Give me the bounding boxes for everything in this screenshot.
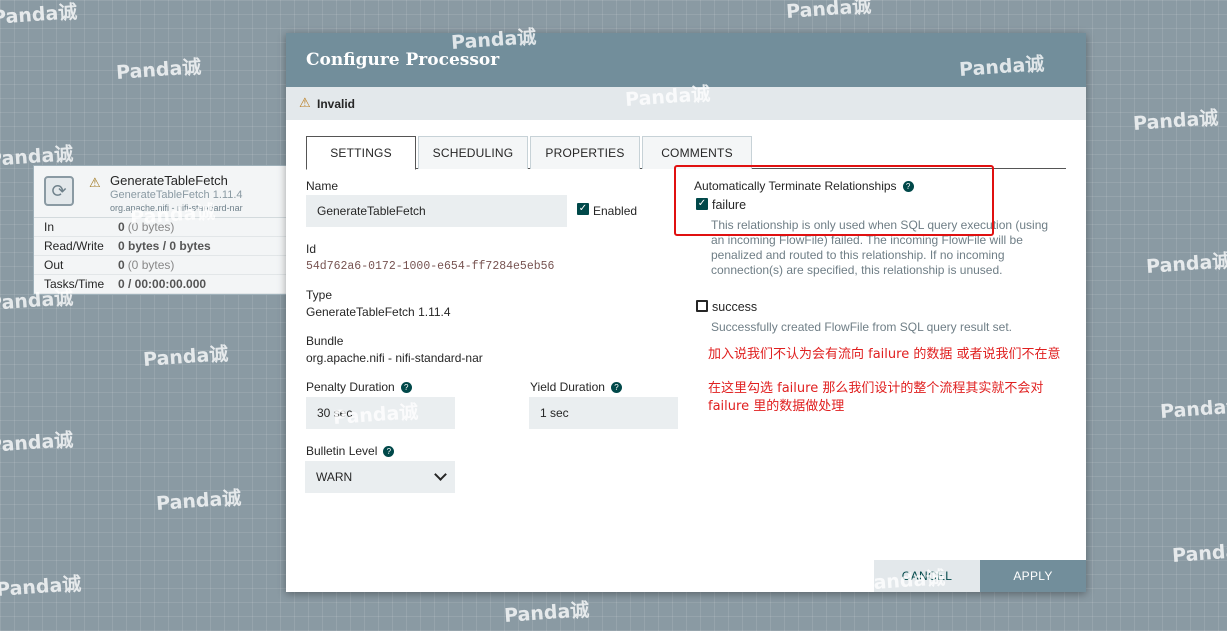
annotation-highlight-box (674, 165, 994, 236)
success-checkbox[interactable] (696, 300, 708, 312)
watermark: Panda诚 (142, 343, 229, 371)
enabled-label: Enabled (593, 204, 638, 218)
stat-row-in: In 0 (0 bytes) (34, 218, 294, 237)
help-icon[interactable]: ? (400, 382, 412, 393)
name-label: Name (306, 179, 339, 193)
stat-value: 0 / 00:00:00.000 (118, 277, 207, 291)
processor-icon: ⟳ (44, 176, 74, 206)
watermark: Panda诚 (1145, 250, 1227, 278)
dialog-title: Configure Processor (306, 50, 500, 70)
stat-label: Read/Write (44, 239, 104, 253)
bulletin-level-value: WARN (316, 470, 353, 484)
tab-scheduling[interactable]: SCHEDULING (418, 136, 528, 169)
stat-row-read-write: Read/Write 0 bytes / 0 bytes (34, 237, 294, 256)
penalty-duration-label: Penalty Duration? (306, 380, 412, 394)
stat-label: Out (44, 258, 64, 272)
configure-processor-dialog: Configure Processor ⚠ Invalid SETTINGS S… (286, 33, 1086, 592)
status-text: Invalid (317, 97, 356, 111)
annotation-note-1: 加入说我们不认为会有流向 failure 的数据 或者说我们不在意 (708, 347, 1061, 362)
stat-row-tasks-time: Tasks/Time 0 / 00:00:00.000 (34, 275, 294, 294)
id-value: 54d762a6-0172-1000-e654-ff7284e5eb56 (306, 260, 555, 273)
stat-value: 0 bytes / 0 bytes (118, 239, 211, 253)
bulletin-level-label: Bulletin Level? (306, 444, 395, 458)
warning-icon: ⚠ (89, 175, 101, 190)
bulletin-level-select[interactable]: WARN (305, 461, 455, 493)
watermark: Panda诚 (1132, 107, 1219, 135)
stat-value: 0 (0 bytes) (118, 258, 175, 272)
bundle-value: org.apache.nifi - nifi-standard-nar (306, 351, 483, 365)
annotation-note-3: failure 里的数据做处理 (708, 399, 845, 414)
tab-properties[interactable]: PROPERTIES (530, 136, 640, 169)
watermark: Panda诚 (155, 487, 242, 515)
processor-card[interactable]: ⟳ ⚠ GenerateTableFetch GenerateTableFetc… (33, 165, 295, 295)
processor-bundle: org.apache.nifi - nifi-standard-nar (110, 203, 243, 213)
dialog-header: Configure Processor (286, 33, 1086, 87)
success-description: Successfully created FlowFile from SQL q… (711, 320, 1012, 334)
apply-button[interactable]: APPLY (980, 560, 1086, 592)
watermark: Panda诚 (1159, 395, 1227, 423)
watermark: Panda诚 (503, 599, 590, 627)
warning-icon: ⚠ (299, 95, 311, 110)
watermark: Panda诚 (785, 0, 872, 23)
watermark: Panda诚 (0, 1, 78, 29)
stat-label: Tasks/Time (44, 277, 105, 291)
success-label: success (712, 300, 758, 314)
yield-duration-label: Yield Duration? (530, 380, 622, 394)
processor-card-header: ⟳ ⚠ GenerateTableFetch GenerateTableFetc… (34, 166, 294, 218)
watermark: Panda诚 (115, 56, 202, 84)
help-icon[interactable]: ? (383, 446, 395, 457)
stat-row-out: Out 0 (0 bytes) (34, 256, 294, 275)
status-bar: ⚠ Invalid (286, 87, 1086, 120)
processor-name: GenerateTableFetch (110, 173, 228, 188)
stat-label: In (44, 220, 55, 234)
name-input[interactable]: GenerateTableFetch (306, 195, 567, 227)
watermark: Panda诚 (0, 573, 82, 601)
id-label: Id (306, 242, 317, 256)
yield-duration-input[interactable]: 1 sec (529, 397, 678, 429)
processor-version: GenerateTableFetch 1.11.4 (110, 189, 243, 201)
type-value: GenerateTableFetch 1.11.4 (306, 305, 451, 319)
chevron-down-icon (434, 468, 447, 481)
annotation-note-2: 在这里勾选 failure 那么我们设计的整个流程其实就不会对 (708, 381, 1044, 396)
enabled-checkbox[interactable]: ✓ (577, 203, 589, 215)
type-label: Type (306, 288, 333, 302)
bundle-label: Bundle (306, 334, 344, 348)
watermark: Panda诚 (1171, 539, 1227, 567)
stat-value: 0 (0 bytes) (118, 220, 175, 234)
watermark: Panda诚 (0, 429, 74, 457)
tab-settings[interactable]: SETTINGS (306, 136, 416, 170)
penalty-duration-input[interactable]: 30 sec (306, 397, 455, 429)
help-icon[interactable]: ? (610, 382, 622, 393)
cancel-button[interactable]: CANCEL (874, 560, 980, 592)
